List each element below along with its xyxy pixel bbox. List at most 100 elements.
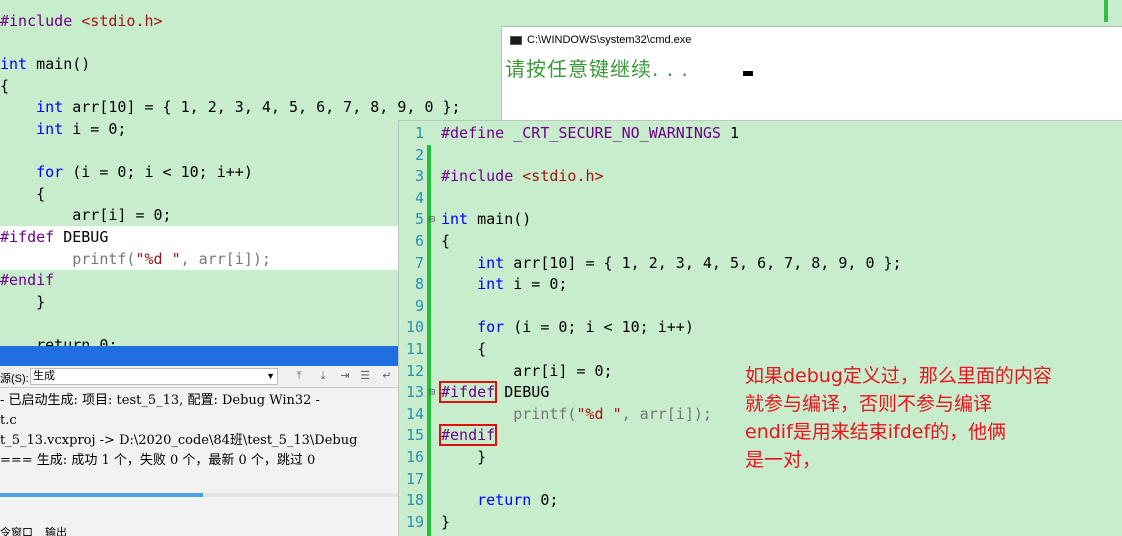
background-code-line: #ifdef DEBUG	[0, 226, 400, 248]
output-tab[interactable]: 令窗口	[0, 524, 33, 536]
code-token: DEBUG	[495, 383, 550, 402]
code-token: arr[10] = { 1, 2, 3, 4, 5, 6, 7, 8, 9, 0…	[63, 98, 461, 117]
find-previous-icon[interactable]: ⤒	[292, 369, 306, 383]
find-next-icon[interactable]: ⤓	[316, 369, 330, 383]
code-token: , arr[i]);	[621, 404, 712, 423]
output-source-value: 生成	[33, 370, 55, 382]
code-token: DEBUG	[54, 228, 109, 246]
console-cursor	[743, 71, 753, 76]
code-token: (i = 0; i < 10; i++)	[63, 163, 253, 182]
code-line: 7 int arr[10] = { 1, 2, 3, 4, 5, 6, 7, 8…	[399, 253, 1122, 275]
output-tabs: 令窗口 输出	[0, 524, 67, 536]
code-text: {	[441, 339, 486, 360]
line-number: 13	[405, 383, 424, 402]
output-source-select[interactable]: 生成 ▼	[30, 368, 278, 385]
annotation-line: 如果debug定义过，那么里面的内容	[745, 365, 1052, 387]
line-number: 2	[414, 145, 424, 164]
code-text: int main()	[441, 209, 531, 230]
code-line: 6{	[399, 231, 1122, 253]
code-token: #endif	[441, 426, 496, 445]
line-number: 14	[405, 404, 424, 423]
code-token: 1	[720, 124, 740, 142]
code-line: 2	[399, 145, 1122, 167]
output-line: - 已启动生成: 项目: test_5_13, 配置: Debug Win32 …	[0, 393, 320, 408]
collapse-icon[interactable]: ⊟	[429, 209, 435, 230]
annotation-line: 是一对，	[745, 449, 822, 471]
code-token: #include	[441, 167, 514, 186]
code-token: printf(	[0, 249, 136, 268]
code-token: {	[0, 184, 46, 203]
annotation-note: 如果debug定义过，那么里面的内容 就参与编译，否则不参与编译 endif是用来结…	[745, 362, 1052, 474]
line-number: 12	[405, 361, 424, 380]
console-message: 请按任意键继续. . .	[505, 57, 689, 81]
code-token: "%d "	[576, 404, 622, 423]
code-line: 1 #define _CRT_SECURE_NO_WARNINGS 1	[399, 123, 1122, 145]
code-line: 11 {	[399, 339, 1122, 361]
background-code-line: #include <stdio.h>	[0, 10, 163, 32]
code-text: #define _CRT_SECURE_NO_WARNINGS 1	[441, 123, 739, 144]
code-token: i = 0;	[63, 120, 127, 138]
code-line: 9	[399, 296, 1122, 318]
line-number: 3	[414, 167, 424, 186]
code-token: arr[i] = 0;	[441, 361, 613, 380]
code-token: printf(	[441, 404, 577, 423]
code-text: arr[i] = 0;	[441, 361, 613, 382]
code-text: #ifdef DEBUG	[438, 381, 550, 404]
background-code-line: {	[0, 75, 9, 97]
line-number: 7	[414, 253, 424, 272]
code-text: printf("%d ", arr[i]);	[441, 404, 712, 425]
line-number: 10	[405, 318, 424, 337]
code-text: }	[441, 447, 486, 468]
code-token: , arr[i]);	[180, 249, 271, 268]
code-token: int	[441, 210, 469, 229]
code-token: main()	[27, 55, 91, 74]
code-token: int	[0, 55, 28, 74]
word-wrap-icon[interactable]: ↵	[380, 369, 394, 383]
output-panel-titlebar	[0, 346, 398, 366]
build-progress-bar	[0, 493, 398, 497]
highlight-box: #ifdef	[438, 381, 498, 404]
code-token: for	[477, 318, 505, 337]
code-line: 4	[399, 188, 1122, 210]
code-token: i = 0;	[504, 275, 568, 294]
code-token: int	[36, 98, 64, 117]
line-number: 18	[405, 491, 424, 510]
build-progress-fill	[0, 493, 203, 497]
code-text: for (i = 0; i < 10; i++)	[441, 317, 694, 338]
background-code-line: {	[0, 183, 45, 205]
code-token: return	[477, 491, 532, 510]
code-token: #include	[0, 12, 82, 30]
console-icon	[510, 35, 522, 45]
code-line: 3 #include <stdio.h>	[399, 166, 1122, 188]
clear-all-icon[interactable]: ☰	[358, 369, 372, 383]
background-code-line: int main()	[0, 53, 90, 75]
code-text: int i = 0;	[441, 274, 567, 295]
chevron-down-icon: ▼	[266, 371, 275, 381]
output-panel: 源(S): 生成 ▼ ⤒ ⤓ ⇥ ☰ ↵ - 已启动生成: 项目: test_5…	[0, 346, 398, 536]
output-tab[interactable]: 输出	[45, 524, 67, 536]
code-token: main()	[468, 210, 532, 229]
code-line: 10 for (i = 0; i < 10; i++)	[399, 317, 1122, 339]
background-code-line: int arr[10] = { 1, 2, 3, 4, 5, 6, 7, 8, …	[0, 96, 461, 118]
console-titlebar: C:\WINDOWS\system32\cmd.exe	[510, 32, 691, 48]
line-number: 17	[405, 469, 424, 488]
console-window[interactable]: C:\WINDOWS\system32\cmd.exe 请按任意键继续. . .	[501, 26, 1122, 121]
output-line: t.c	[0, 413, 17, 428]
code-token: 0;	[531, 491, 559, 510]
line-number: 11	[405, 340, 424, 358]
collapse-icon[interactable]: ⊟	[429, 382, 435, 403]
line-number: 19	[405, 512, 424, 531]
code-token: #define	[441, 124, 505, 142]
code-token: #endif	[0, 271, 55, 290]
code-text: int arr[10] = { 1, 2, 3, 4, 5, 6, 7, 8, …	[441, 253, 901, 274]
code-text: #endif	[438, 424, 498, 447]
go-to-icon[interactable]: ⇥	[338, 369, 352, 383]
output-source-label: 源(S):	[0, 373, 29, 385]
code-token: <stdio.h>	[81, 12, 163, 30]
